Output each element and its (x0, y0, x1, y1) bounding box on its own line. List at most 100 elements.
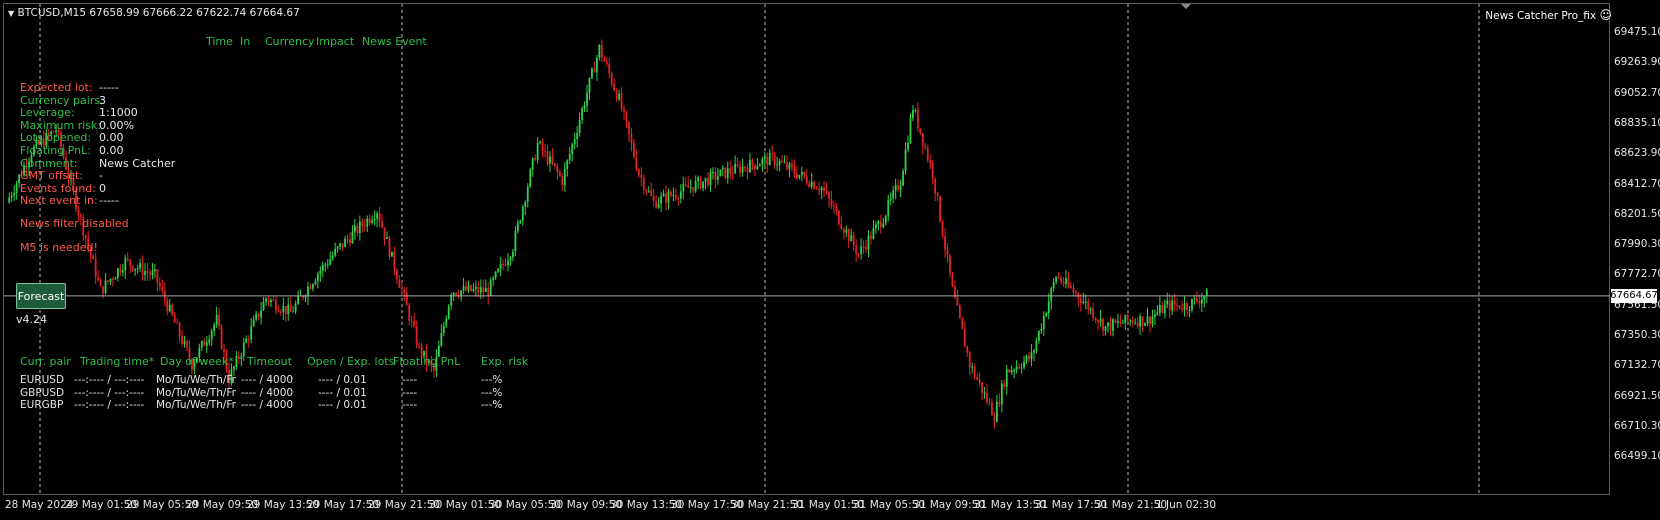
bear-candle (823, 187, 825, 192)
chart-shift-marker-icon[interactable] (1181, 4, 1191, 9)
bear-candle (729, 168, 732, 173)
bear-candle (707, 177, 709, 186)
bull-candle (297, 295, 300, 304)
bull-candle (657, 203, 660, 208)
bear-candle (610, 73, 613, 84)
info-value: 0 (99, 181, 106, 195)
bear-candle (1178, 304, 1181, 309)
bear-candle (976, 376, 979, 380)
price-tick-label: 69475.10 (1614, 26, 1660, 38)
bull-candle (240, 356, 243, 359)
bear-candle (546, 151, 549, 164)
info-label: Expected lot: (20, 81, 93, 94)
bear-candle (284, 306, 287, 315)
bear-candle (623, 109, 625, 112)
bear-candle (842, 229, 845, 233)
chart-menu-dropdown-icon[interactable]: ▼ (8, 9, 14, 18)
bull-candle (995, 401, 998, 422)
bear-candle (603, 57, 606, 62)
bear-candle (879, 221, 882, 228)
info-label: GMT offset: (20, 169, 84, 183)
table-cell-exp-risk: ---% (481, 386, 503, 399)
table-cell-floating-pnl: ---- (402, 374, 418, 386)
bear-candle (119, 268, 122, 273)
bull-candle (756, 166, 759, 169)
bull-candle (850, 235, 853, 242)
bear-candle (828, 192, 830, 200)
bear-candle (504, 264, 507, 266)
bull-candle (1129, 320, 1132, 322)
bear-candle (94, 258, 97, 278)
bull-candle (588, 77, 591, 93)
bull-candle (391, 251, 393, 257)
bear-candle (766, 156, 769, 166)
table-header-pair: Curr. pair (20, 355, 71, 368)
bull-candle (899, 185, 902, 190)
bull-candle (8, 197, 11, 203)
info-value: 3 (99, 93, 106, 107)
bull-candle (581, 108, 583, 121)
bear-candle (455, 292, 458, 295)
bear-candle (1003, 383, 1006, 387)
forecast-button[interactable]: Forecast (16, 283, 66, 309)
bull-candle (820, 187, 823, 191)
bull-candle (1183, 303, 1186, 310)
bear-candle (410, 320, 413, 322)
bear-candle (665, 193, 667, 203)
bull-candle (566, 160, 569, 169)
bull-candle (497, 269, 500, 272)
bear-candle (593, 68, 596, 73)
bull-candle (679, 191, 682, 199)
table-cell-day-of-week: Mo/Tu/We/Th/Fr (156, 399, 236, 411)
bull-candle (270, 300, 272, 302)
bull-candle (776, 164, 779, 166)
bull-candle (875, 224, 877, 229)
bull-candle (524, 201, 527, 207)
bull-candle (810, 181, 813, 187)
bull-candle (265, 298, 267, 302)
bull-candle (319, 270, 322, 275)
bull-candle (1025, 355, 1028, 362)
bear-candle (813, 181, 816, 189)
table-cell-exp-risk: ---% (481, 374, 503, 386)
bull-candle (371, 220, 374, 223)
info-label: Lots opened: (20, 131, 92, 145)
smiley-icon[interactable]: ☺ (1599, 8, 1612, 22)
bull-candle (321, 264, 324, 271)
bull-candle (1040, 329, 1043, 331)
bear-candle (534, 158, 537, 160)
bear-candle (1131, 320, 1134, 323)
bear-candle (655, 200, 658, 208)
price-tick-label: 66921.50 (1614, 389, 1660, 402)
bull-candle (591, 68, 593, 78)
bull-candle (887, 200, 890, 216)
bear-candle (112, 279, 114, 281)
candlestick-chart[interactable] (0, 0, 1660, 520)
bull-candle (151, 270, 154, 275)
bear-candle (388, 237, 391, 257)
bull-candle (904, 149, 907, 171)
bear-candle (919, 128, 922, 134)
info-label: Leverage: (20, 106, 75, 120)
news-header-event: News Event (362, 35, 427, 48)
table-header-floating-pnl: Floating PnL (393, 355, 461, 368)
bear-candle (924, 146, 927, 149)
bear-candle (131, 265, 134, 271)
bull-candle (331, 255, 334, 259)
bull-candle (845, 229, 848, 233)
bear-candle (847, 229, 850, 242)
bear-candle (163, 290, 166, 301)
bear-candle (1070, 285, 1072, 288)
bull-candle (440, 333, 443, 346)
bear-candle (1149, 316, 1151, 325)
bull-candle (494, 271, 497, 279)
bear-candle (635, 156, 638, 170)
bear-candle (1109, 322, 1112, 331)
bull-candle (882, 223, 885, 228)
bull-candle (509, 257, 512, 261)
bull-candle (516, 222, 519, 232)
bear-candle (161, 286, 164, 291)
bear-candle (99, 279, 102, 287)
bear-candle (699, 177, 702, 189)
price-tick-label: 67990.30 (1614, 238, 1660, 251)
